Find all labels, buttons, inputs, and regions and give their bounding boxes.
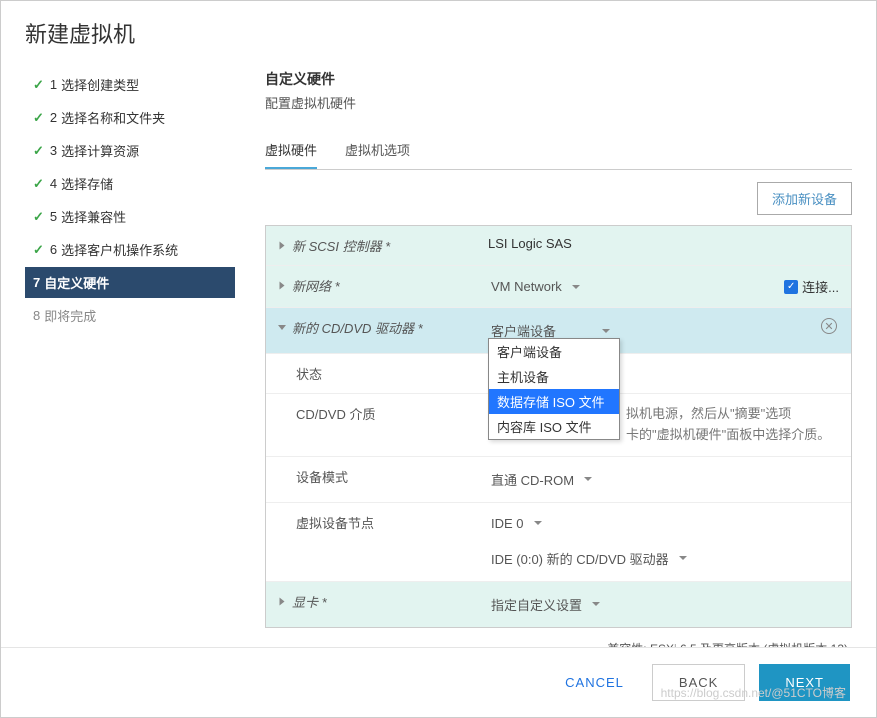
toolbar: 添加新设备 bbox=[265, 182, 852, 215]
dropdown-item-client[interactable]: 客户端设备 bbox=[489, 339, 619, 364]
hardware-panel: 新 SCSI 控制器 * LSI Logic SAS 新网络 * VM Netw… bbox=[265, 225, 852, 628]
caret-down-icon bbox=[278, 325, 286, 330]
modal-title: 新建虚拟机 bbox=[25, 17, 852, 49]
check-icon: ✓ bbox=[33, 77, 44, 93]
ide-bus-select[interactable]: IDE 0 bbox=[488, 513, 559, 534]
step-1[interactable]: ✓1 选择创建类型 bbox=[25, 69, 235, 100]
check-icon: ✓ bbox=[33, 110, 44, 126]
cd-source-dropdown: 客户端设备 主机设备 数据存储 ISO 文件 内容库 ISO 文件 bbox=[488, 338, 620, 440]
step-7[interactable]: 7 自定义硬件 bbox=[25, 267, 235, 298]
section-subtitle: 配置虚拟机硬件 bbox=[265, 93, 852, 112]
step-3[interactable]: ✓3 选择计算资源 bbox=[25, 135, 235, 166]
wizard-steps: ✓1 选择创建类型 ✓2 选择名称和文件夹 ✓3 选择计算资源 ✓4 选择存储 … bbox=[25, 59, 235, 647]
check-icon: ✓ bbox=[33, 143, 44, 159]
caret-right-icon bbox=[280, 597, 285, 605]
device-mode-select[interactable]: 直通 CD-ROM bbox=[488, 467, 609, 492]
tab-virtual-hardware[interactable]: 虚拟硬件 bbox=[265, 132, 317, 169]
connect-checkbox[interactable]: ✓连接... bbox=[784, 277, 839, 296]
cancel-button[interactable]: CANCEL bbox=[551, 664, 638, 701]
check-icon: ✓ bbox=[33, 209, 44, 225]
step-6[interactable]: ✓6 选择客户机操作系统 bbox=[25, 234, 235, 265]
network-select[interactable]: VM Network bbox=[488, 276, 597, 297]
step-4[interactable]: ✓4 选择存储 bbox=[25, 168, 235, 199]
new-vm-wizard-modal: 新建虚拟机 ✓1 选择创建类型 ✓2 选择名称和文件夹 ✓3 选择计算资源 ✓4… bbox=[0, 0, 877, 718]
tab-vm-options[interactable]: 虚拟机选项 bbox=[345, 132, 410, 169]
caret-right-icon bbox=[280, 282, 285, 290]
dropdown-item-datastore-iso[interactable]: 数据存储 ISO 文件 bbox=[489, 389, 619, 414]
add-device-button[interactable]: 添加新设备 bbox=[757, 182, 852, 215]
checkbox-checked-icon: ✓ bbox=[784, 280, 798, 294]
dropdown-item-library-iso[interactable]: 内容库 ISO 文件 bbox=[489, 414, 619, 439]
caret-right-icon bbox=[280, 242, 285, 250]
gpu-select[interactable]: 指定自定义设置 bbox=[488, 592, 617, 617]
row-gpu[interactable]: 显卡 * 指定自定义设置 bbox=[266, 582, 851, 627]
step-5[interactable]: ✓5 选择兼容性 bbox=[25, 201, 235, 232]
check-icon: ✓ bbox=[33, 176, 44, 192]
step-8: 8 即将完成 bbox=[25, 300, 235, 331]
ide-slot-select[interactable]: IDE (0:0) 新的 CD/DVD 驱动器 bbox=[488, 546, 704, 571]
next-button[interactable]: NEXT bbox=[759, 664, 850, 701]
modal-footer: CANCEL BACK NEXT bbox=[1, 647, 876, 717]
row-network[interactable]: 新网络 * VM Network ✓连接... bbox=[266, 266, 851, 308]
modal-header: 新建虚拟机 bbox=[1, 1, 876, 59]
modal-body: ✓1 选择创建类型 ✓2 选择名称和文件夹 ✓3 选择计算资源 ✓4 选择存储 … bbox=[1, 59, 876, 647]
back-button[interactable]: BACK bbox=[652, 664, 745, 701]
chevron-down-icon bbox=[534, 521, 542, 525]
compatibility-label: 兼容性: ESXi 6.5 及更高版本 (虚拟机版本 13) bbox=[265, 640, 852, 647]
row-device-mode: 设备模式 直通 CD-ROM bbox=[266, 457, 851, 503]
tabs: 虚拟硬件 虚拟机选项 bbox=[265, 132, 852, 170]
row-device-node: 虚拟设备节点 IDE 0 IDE (0:0) 新的 CD/DVD 驱动器 bbox=[266, 503, 851, 582]
scsi-value: LSI Logic SAS bbox=[488, 236, 572, 251]
check-icon: ✓ bbox=[33, 242, 44, 258]
row-cd-dvd[interactable]: 新的 CD/DVD 驱动器 * 客户端设备 ✕ 客户端设备 主机设备 数据存储 … bbox=[266, 308, 851, 354]
step-2[interactable]: ✓2 选择名称和文件夹 bbox=[25, 102, 235, 133]
chevron-down-icon bbox=[679, 556, 687, 560]
chevron-down-icon bbox=[592, 602, 600, 606]
dropdown-item-host[interactable]: 主机设备 bbox=[489, 364, 619, 389]
section-title: 自定义硬件 bbox=[265, 69, 852, 89]
row-scsi[interactable]: 新 SCSI 控制器 * LSI Logic SAS bbox=[266, 226, 851, 266]
chevron-down-icon bbox=[584, 477, 592, 481]
content-pane: 自定义硬件 配置虚拟机硬件 虚拟硬件 虚拟机选项 添加新设备 新 SCSI 控制… bbox=[235, 59, 852, 647]
remove-device-icon[interactable]: ✕ bbox=[821, 318, 837, 334]
chevron-down-icon bbox=[602, 329, 610, 333]
chevron-down-icon bbox=[572, 285, 580, 289]
